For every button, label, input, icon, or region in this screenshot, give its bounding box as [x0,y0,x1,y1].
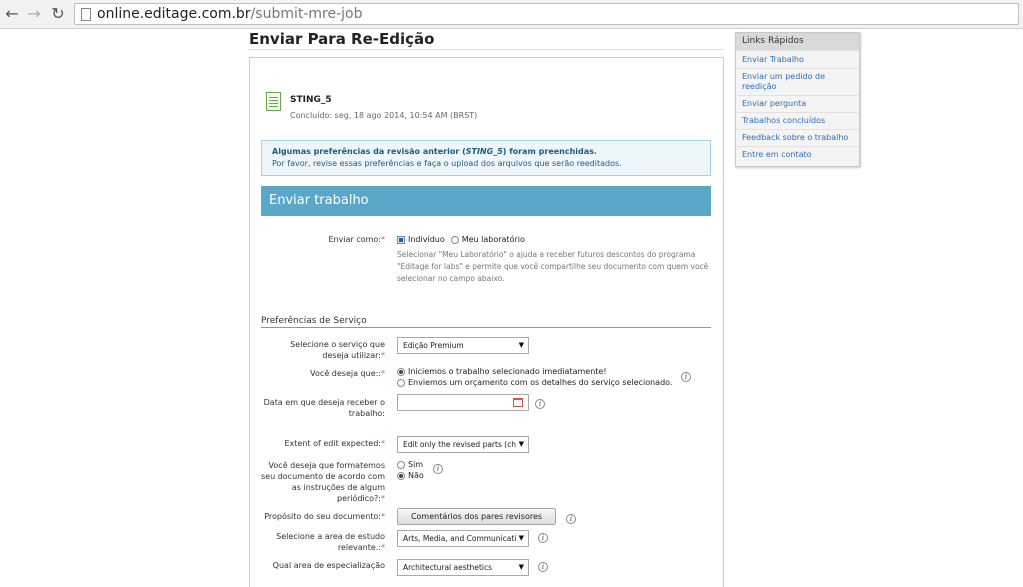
preferences-title: Preferências de Serviço [261,316,367,326]
individual-label: Indivíduo [408,235,445,244]
chevron-down-icon: ▼ [518,563,524,571]
service-label: Selecione o serviço que deseja utilizar:… [290,340,385,360]
individual-radio[interactable] [397,235,405,244]
url-text: online.editage.com.br/submit-mre-job [97,6,363,22]
send-as-help: Selecionar "Meu Laboratório" o ajuda a r… [397,250,709,283]
info-icon[interactable]: i [538,533,548,543]
preferences-divider [261,327,711,328]
format-no-radio[interactable] [397,471,405,480]
purpose-button[interactable]: Comentários dos pares revisores [397,508,556,525]
chevron-down-icon: ▼ [518,341,524,349]
info-line-2: Por favor, revise essas preferências e f… [272,159,622,168]
format-yes-option: Sim [397,460,423,469]
quick-link-completed[interactable]: Trabalhos concluídos [736,112,859,129]
back-arrow-icon[interactable]: ← [2,4,22,24]
document-icon [266,92,281,111]
browser-toolbar: ← → ↻ online.editage.com.br/submit-mre-j… [0,0,1023,29]
quick-link-question[interactable]: Enviar pergunta [736,95,859,112]
reload-icon[interactable]: ↻ [48,4,68,24]
extent-select[interactable]: Edit only the revised parts (ch ▼ [397,436,529,453]
document-status: Concluído: seg, 18 ago 2014, 10:54 AM (B… [290,111,478,120]
quick-link-feedback[interactable]: Feedback sobre o trabalho [736,129,859,146]
quote-option: Enviemos um orçamento com os detalhes do… [397,378,672,387]
page-icon [81,8,91,21]
date-label: Data em que deseja receber o trabalho: [263,398,385,418]
start-now-option: Iniciemos o trabalho selecionado imediat… [397,367,607,376]
send-as-options: Indivíduo Meu laboratório [397,235,525,244]
prefill-info-box: Algumas preferências da revisão anterior… [261,140,711,176]
quote-label: Enviemos um orçamento com os detalhes do… [408,378,673,387]
chevron-down-icon: ▼ [518,440,524,448]
format-label: Você deseja que formatemos seu documento… [261,461,385,503]
page-title: Enviar Para Re-Edição [249,30,435,48]
purpose-label: Propósito do seu documento:* [264,512,385,521]
want-label: Você deseja que::* [310,369,385,378]
info-icon[interactable]: i [535,399,545,409]
section-header: Enviar trabalho [261,186,711,216]
format-no-option: Não [397,471,424,480]
area-label: Selecione a area de estudo relevante.:* [276,532,385,552]
quick-link-contact[interactable]: Entre em contato [736,146,859,163]
extent-label: Extent of edit expected:* [284,439,386,448]
calendar-icon[interactable] [513,398,523,407]
chevron-down-icon: ▼ [518,534,524,542]
lab-radio[interactable] [450,235,459,244]
info-icon[interactable]: i [681,372,691,382]
address-bar[interactable]: online.editage.com.br/submit-mre-job [74,3,1019,25]
info-icon[interactable]: i [538,562,548,572]
format-no-label: Não [408,471,424,480]
start-now-radio[interactable] [397,367,405,376]
quick-links-panel: Links Rápidos Enviar Trabalho Enviar um … [735,32,860,167]
send-as-label: Enviar como:* [328,235,386,244]
quick-links-title: Links Rápidos [736,33,859,50]
title-divider [249,49,724,50]
specialization-select[interactable]: Architectural aesthetics ▼ [397,559,529,576]
date-input[interactable] [397,394,529,411]
service-select[interactable]: Edição Premium ▼ [397,337,529,354]
quote-radio[interactable] [397,378,405,387]
lab-label: Meu laboratório [461,235,525,244]
start-now-label: Iniciemos o trabalho selecionado imediat… [408,367,607,376]
specialization-label: Qual area de especialização [272,561,385,570]
info-icon[interactable]: i [433,464,443,474]
document-name: STING_5 [290,95,332,105]
info-line-1: Algumas preferências da revisão anterior… [272,147,597,156]
quick-link-reedit[interactable]: Enviar um pedido de reedição [736,68,859,95]
forward-arrow-icon[interactable]: → [24,4,44,24]
format-yes-label: Sim [408,460,424,469]
area-select[interactable]: Arts, Media, and Communicati ▼ [397,530,529,547]
quick-link-submit[interactable]: Enviar Trabalho [736,50,859,68]
format-yes-radio[interactable] [397,460,405,469]
info-icon[interactable]: i [566,514,576,524]
